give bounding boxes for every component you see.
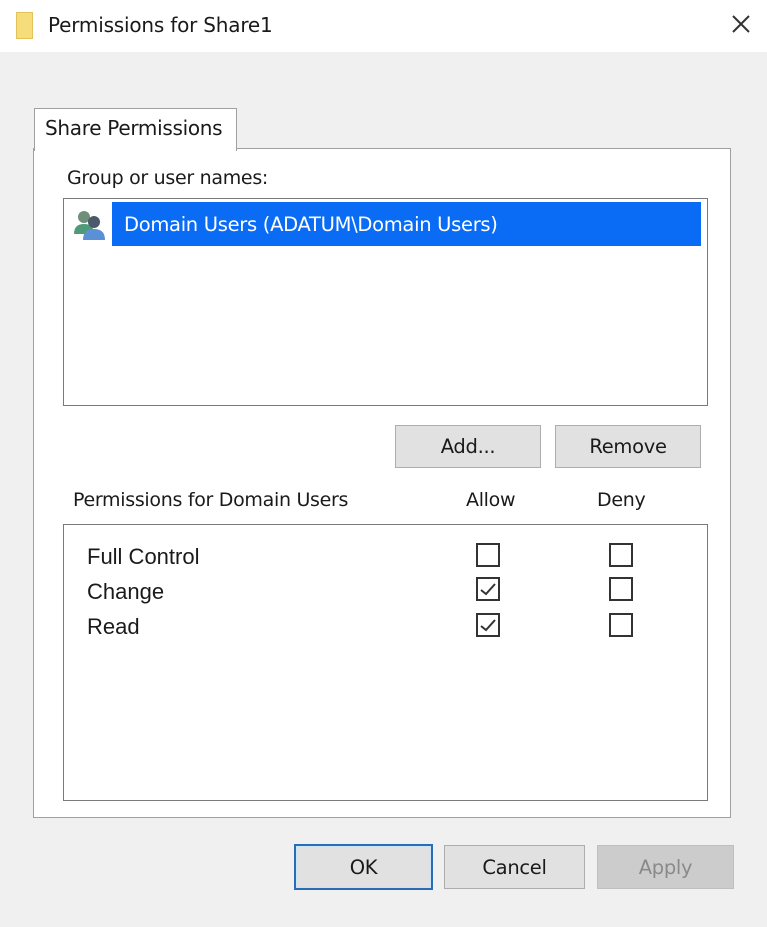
cancel-button[interactable]: Cancel <box>444 845 585 889</box>
allow-checkbox-change[interactable] <box>476 577 500 601</box>
permissions-list: Full Control Change Read <box>63 524 708 801</box>
apply-button: Apply <box>597 845 734 889</box>
group-user-list[interactable]: Domain Users (ADATUM\Domain Users) <box>63 198 708 406</box>
checkmark-icon <box>480 619 496 632</box>
add-button[interactable]: Add... <box>395 425 541 468</box>
window-title: Permissions for Share1 <box>48 13 273 37</box>
permission-name: Read <box>87 614 140 639</box>
remove-button[interactable]: Remove <box>555 425 701 468</box>
selected-user-label: Domain Users (ADATUM\Domain Users) <box>112 202 701 246</box>
permissions-for-label: Permissions for Domain Users <box>73 489 349 511</box>
close-icon <box>732 15 750 33</box>
list-item[interactable]: Domain Users (ADATUM\Domain Users) <box>70 202 701 246</box>
users-group-icon <box>74 211 105 240</box>
permission-row-full-control: Full Control <box>64 541 707 576</box>
permission-name: Change <box>87 579 165 604</box>
title-bar: Permissions for Share1 <box>0 0 767 52</box>
group-names-label: Group or user names: <box>67 167 269 189</box>
permission-row-read: Read <box>64 611 707 646</box>
deny-checkbox-full-control[interactable] <box>609 543 633 567</box>
folder-icon <box>16 12 33 39</box>
deny-checkbox-read[interactable] <box>609 613 633 637</box>
allow-header: Allow <box>466 489 516 511</box>
deny-checkbox-change[interactable] <box>609 577 633 601</box>
allow-checkbox-full-control[interactable] <box>476 543 500 567</box>
checkmark-icon <box>480 583 496 596</box>
permission-row-change: Change <box>64 576 707 611</box>
allow-checkbox-read[interactable] <box>476 613 500 637</box>
permission-name: Full Control <box>87 544 200 569</box>
tab-label: Share Permissions <box>45 116 223 140</box>
close-button[interactable] <box>721 4 761 44</box>
deny-header: Deny <box>597 489 646 511</box>
ok-button[interactable]: OK <box>294 844 433 890</box>
tab-share-permissions[interactable]: Share Permissions <box>34 108 237 151</box>
